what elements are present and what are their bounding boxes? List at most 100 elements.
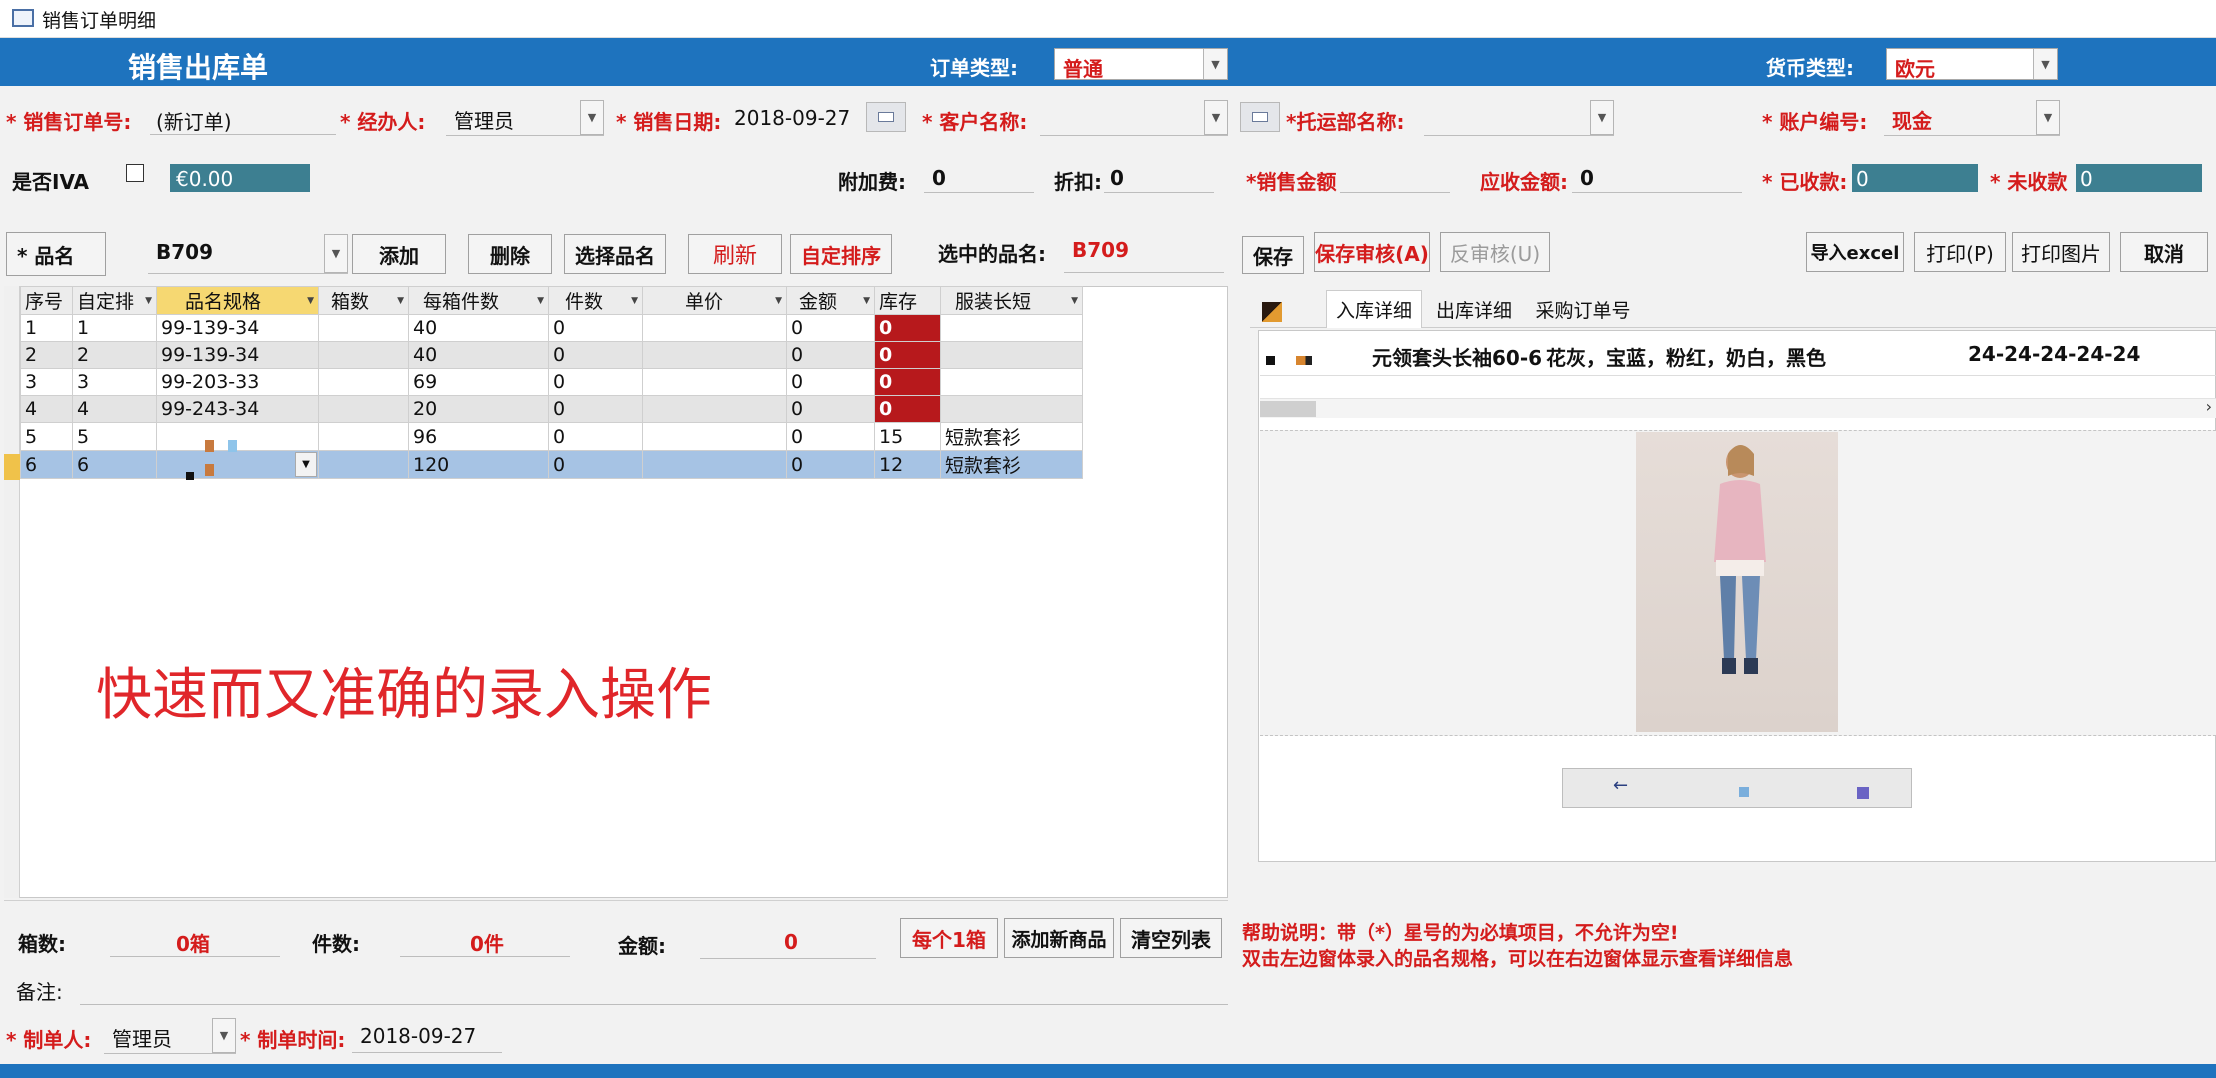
save-audit-button[interactable]: 保存审核(A) xyxy=(1314,232,1430,272)
tab-purchase-order[interactable]: 采购订单号 xyxy=(1526,290,1640,328)
custom-sort-button[interactable]: 自定排序 xyxy=(790,234,892,274)
cell-price[interactable] xyxy=(642,395,787,423)
cell-boxes[interactable] xyxy=(318,395,409,423)
cell-boxes[interactable] xyxy=(318,314,409,342)
col-header-amount[interactable]: 金额 ▼ xyxy=(786,286,875,315)
chevron-down-icon[interactable]: ▼ xyxy=(324,234,348,273)
col-header-custom[interactable]: 自定排 ▼ xyxy=(72,286,157,315)
cell-boxes[interactable] xyxy=(318,368,409,396)
cell-spec[interactable]: ▼ xyxy=(156,450,319,479)
cell-seq[interactable]: 1 xyxy=(20,314,73,342)
chevron-down-icon[interactable]: ▼ xyxy=(1203,49,1227,79)
cell-spec[interactable]: 99-139-34 xyxy=(156,314,319,342)
image-dot-icon[interactable] xyxy=(1857,787,1869,799)
cell-qty[interactable]: 0 xyxy=(548,395,643,423)
select-product-button[interactable]: 选择品名 xyxy=(564,234,666,274)
surcharge-value[interactable]: 0 xyxy=(932,166,946,190)
cell-boxes[interactable] xyxy=(318,422,409,451)
currency-select[interactable]: 欧元 ▼ xyxy=(1886,48,2058,81)
cell-spec[interactable] xyxy=(156,422,319,451)
table-row[interactable]: 4 4 99-243-34 20 0 0 0 xyxy=(20,395,1083,423)
col-header-seq[interactable]: 序号 xyxy=(20,286,73,315)
col-header-qty[interactable]: 件数 ▼ xyxy=(548,286,643,315)
cell-boxes[interactable] xyxy=(318,450,409,479)
shipping-picker-icon[interactable] xyxy=(1240,102,1280,132)
cell-custom[interactable]: 1 xyxy=(72,314,157,342)
unreceived-field[interactable]: 0 xyxy=(2076,164,2202,192)
table-row[interactable]: 2 2 99-139-34 40 0 0 0 xyxy=(20,341,1083,369)
chevron-down-icon[interactable]: ▼ xyxy=(212,1018,236,1053)
col-header-per-box[interactable]: 每箱件数 ▼ xyxy=(408,286,549,315)
sale-date-value[interactable]: 2018-09-27 xyxy=(734,106,850,130)
cell-stock[interactable]: 12 xyxy=(874,450,941,479)
cell-price[interactable] xyxy=(642,341,787,369)
cell-stock[interactable]: 15 xyxy=(874,422,941,451)
tab-outbound-detail[interactable]: 出库详细 xyxy=(1426,290,1522,328)
save-button[interactable]: 保存 xyxy=(1242,236,1304,274)
cell-seq[interactable]: 6 xyxy=(20,450,73,479)
unaudit-button[interactable]: 反审核(U) xyxy=(1440,232,1550,272)
received-field[interactable]: 0 xyxy=(1852,164,1978,192)
col-header-price[interactable]: 单价 ▼ xyxy=(642,286,787,315)
table-row[interactable]: 5 5 96 0 0 15 短款套衫 xyxy=(20,422,1083,451)
chevron-down-icon[interactable]: ▼ xyxy=(1204,100,1228,135)
cell-length[interactable]: 短款套衫 xyxy=(940,450,1083,479)
remark-field[interactable] xyxy=(80,1004,1228,1005)
delete-button[interactable]: 删除 xyxy=(468,234,552,274)
cell-custom[interactable]: 3 xyxy=(72,368,157,396)
cell-spec[interactable]: 99-203-33 xyxy=(156,368,319,396)
cell-amount[interactable]: 0 xyxy=(786,368,875,396)
chevron-down-icon[interactable]: ▼ xyxy=(295,452,317,477)
chevron-down-icon[interactable]: ▼ xyxy=(580,100,604,135)
sort-arrow-icon[interactable]: ▼ xyxy=(145,296,152,306)
cell-price[interactable] xyxy=(642,422,787,451)
calendar-icon[interactable] xyxy=(866,102,906,132)
cell-per-box[interactable]: 120 xyxy=(408,450,549,479)
cell-length[interactable] xyxy=(940,314,1083,342)
cell-amount[interactable]: 0 xyxy=(786,341,875,369)
chevron-down-icon[interactable]: ▼ xyxy=(1590,100,1614,135)
cell-length[interactable] xyxy=(940,341,1083,369)
add-button[interactable]: 添加 xyxy=(352,234,446,274)
table-row[interactable]: 3 3 99-203-33 69 0 0 0 xyxy=(20,368,1083,396)
iva-amount[interactable]: €0.00 xyxy=(170,164,310,192)
print-button[interactable]: 打印(P) xyxy=(1914,232,2006,272)
sort-arrow-icon[interactable]: ▼ xyxy=(631,296,638,306)
import-excel-button[interactable]: 导入excel xyxy=(1806,232,1904,272)
product-select[interactable]: B709 ▼ xyxy=(148,234,348,274)
order-no-value[interactable]: (新订单) xyxy=(156,106,232,135)
handler-select[interactable]: 管理员 ▼ xyxy=(446,100,604,136)
col-header-stock[interactable]: 库存 xyxy=(874,286,941,315)
cell-custom[interactable]: 2 xyxy=(72,341,157,369)
make-time-value[interactable]: 2018-09-27 xyxy=(360,1024,476,1048)
col-header-length[interactable]: 服装长短 ▼ xyxy=(940,286,1083,315)
cell-seq[interactable]: 4 xyxy=(20,395,73,423)
col-header-boxes[interactable]: 箱数 ▼ xyxy=(318,286,409,315)
add-new-product-button[interactable]: 添加新商品 xyxy=(1004,918,1114,958)
cell-per-box[interactable]: 69 xyxy=(408,368,549,396)
cell-qty[interactable]: 0 xyxy=(548,368,643,396)
order-type-select[interactable]: 普通 ▼ xyxy=(1054,48,1228,81)
cell-qty[interactable]: 0 xyxy=(548,314,643,342)
cell-stock[interactable]: 0 xyxy=(874,314,941,342)
cell-stock[interactable]: 0 xyxy=(874,368,941,396)
current-row-marker[interactable] xyxy=(4,454,20,480)
cell-boxes[interactable] xyxy=(318,341,409,369)
cell-price[interactable] xyxy=(642,314,787,342)
sort-arrow-icon[interactable]: ▼ xyxy=(775,296,782,306)
cell-seq[interactable]: 2 xyxy=(20,341,73,369)
sort-arrow-icon[interactable]: ▼ xyxy=(397,296,404,306)
cell-qty[interactable]: 0 xyxy=(548,450,643,479)
cell-per-box[interactable]: 20 xyxy=(408,395,549,423)
customer-select[interactable]: ▼ xyxy=(1040,100,1228,136)
cell-length[interactable] xyxy=(940,395,1083,423)
cell-price[interactable] xyxy=(642,450,787,479)
cancel-button[interactable]: 取消 xyxy=(2120,232,2208,272)
cell-length[interactable]: 短款套衫 xyxy=(940,422,1083,451)
account-select[interactable]: 现金 ▼ xyxy=(1884,100,2060,136)
arrow-left-icon[interactable]: ← xyxy=(1613,775,1628,796)
sort-arrow-icon[interactable]: ▼ xyxy=(1071,296,1078,306)
cell-per-box[interactable]: 40 xyxy=(408,341,549,369)
cell-seq[interactable]: 3 xyxy=(20,368,73,396)
cell-qty[interactable]: 0 xyxy=(548,341,643,369)
